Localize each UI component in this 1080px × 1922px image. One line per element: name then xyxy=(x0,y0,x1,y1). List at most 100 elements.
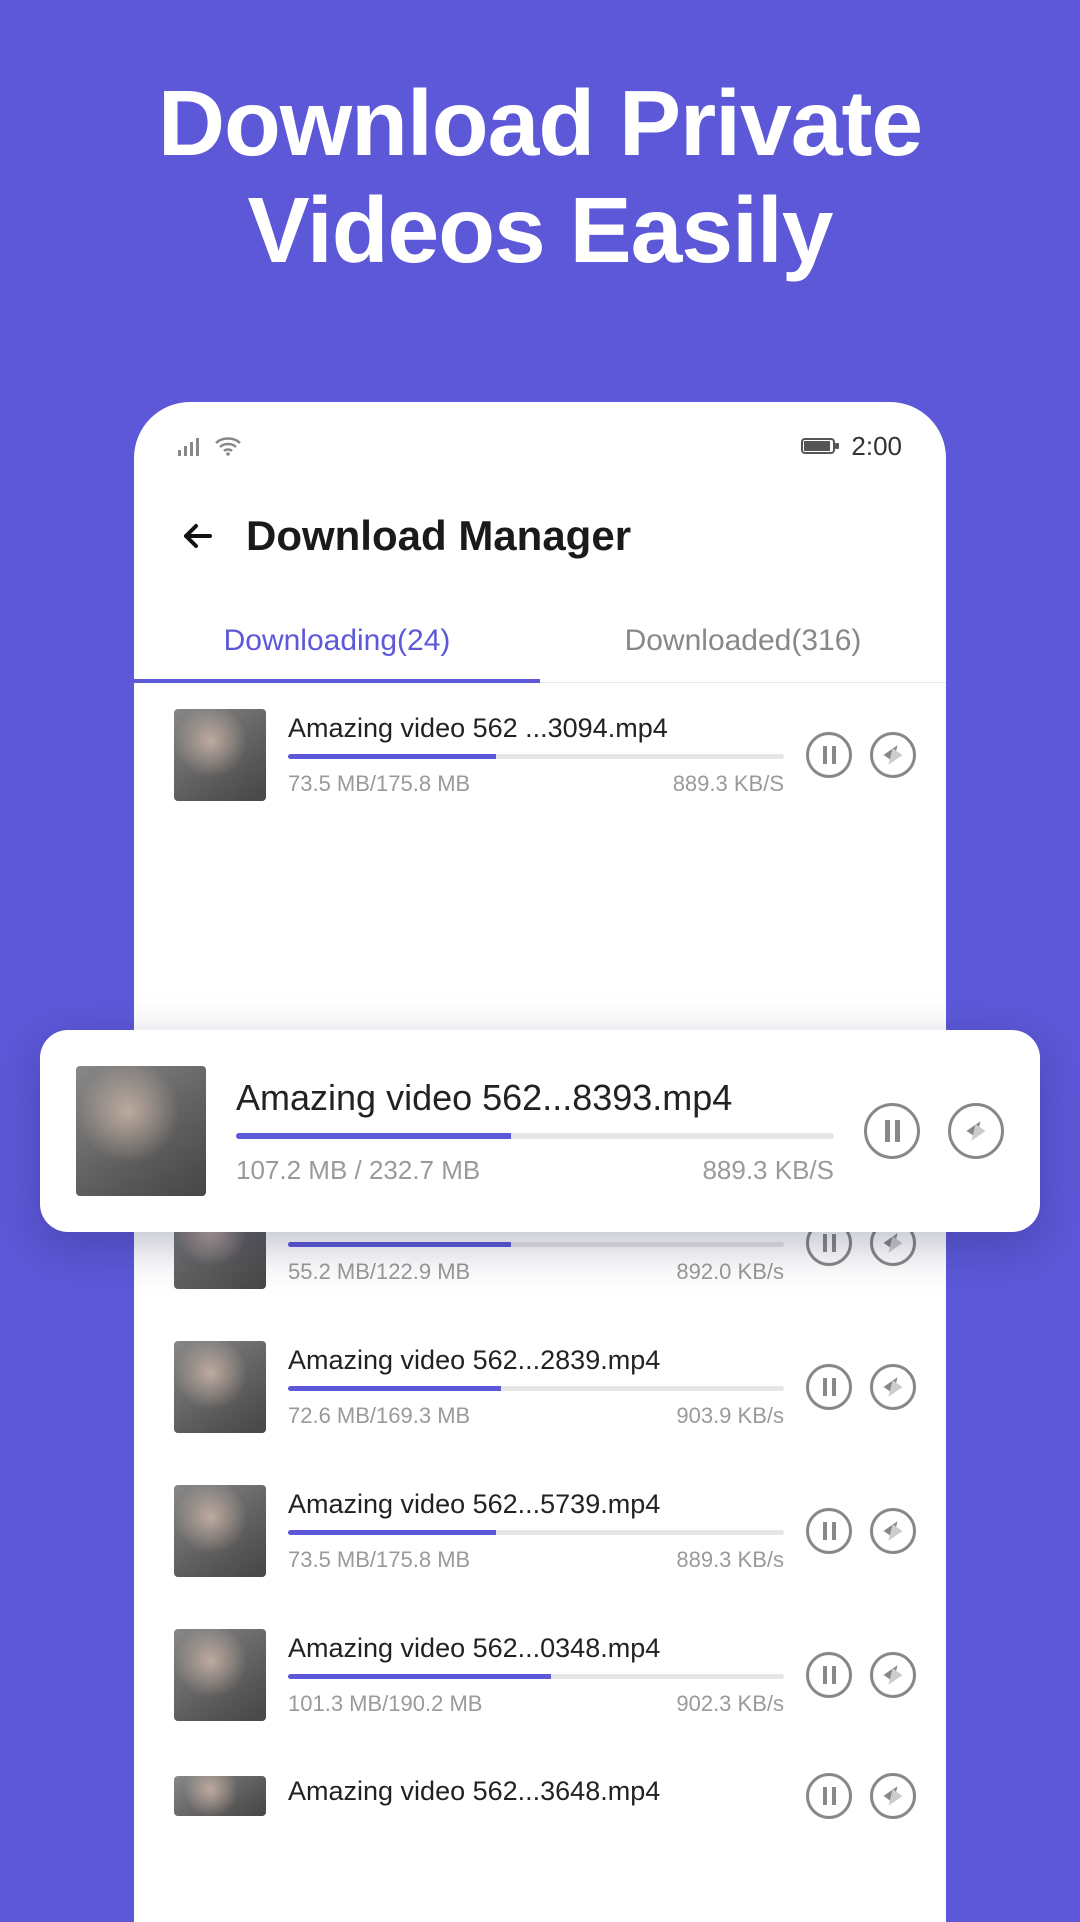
download-info: Amazing video 562...3648.mp4 xyxy=(288,1776,784,1817)
progress-bar xyxy=(288,1674,784,1679)
download-meta: 101.3 MB/190.2 MB 902.3 KB/s xyxy=(288,1691,784,1717)
file-name: Amazing video 562...8393.mp4 xyxy=(236,1077,834,1119)
file-size: 73.5 MB/175.8 MB xyxy=(288,771,470,797)
row-actions xyxy=(864,1103,1004,1159)
download-meta: 73.5 MB/175.8 MB 889.3 KB/S xyxy=(288,771,784,797)
progress-bar xyxy=(288,1530,784,1535)
progress-fill xyxy=(288,1530,496,1535)
download-row[interactable]: Amazing video 562...3648.mp4 xyxy=(134,1747,946,1819)
battery-icon xyxy=(801,436,841,456)
pause-icon xyxy=(885,1120,900,1142)
compass-icon xyxy=(962,1117,990,1145)
browse-button[interactable] xyxy=(870,732,916,778)
pause-icon xyxy=(823,746,836,764)
arrow-left-icon xyxy=(178,516,218,556)
wifi-icon xyxy=(214,436,242,456)
row-actions xyxy=(806,1364,916,1410)
progress-bar xyxy=(288,1242,784,1247)
progress-fill xyxy=(288,1674,551,1679)
page-title: Download Manager xyxy=(246,512,631,560)
progress-fill xyxy=(288,1242,511,1247)
pause-icon xyxy=(823,1378,836,1396)
download-meta: 55.2 MB/122.9 MB 892.0 KB/s xyxy=(288,1259,784,1285)
pause-icon xyxy=(823,1666,836,1684)
hero-line2: Videos Easily xyxy=(0,177,1080,284)
download-meta: 107.2 MB / 232.7 MB 889.3 KB/S xyxy=(236,1155,834,1186)
compass-icon xyxy=(879,1517,907,1545)
file-size: 73.5 MB/175.8 MB xyxy=(288,1547,470,1573)
pause-button[interactable] xyxy=(864,1103,920,1159)
file-size: 107.2 MB / 232.7 MB xyxy=(236,1155,480,1186)
app-header: Download Manager xyxy=(134,472,946,580)
download-speed: 903.9 KB/s xyxy=(676,1403,784,1429)
file-name: Amazing video 562...3648.mp4 xyxy=(288,1776,784,1807)
pause-icon xyxy=(823,1234,836,1252)
pause-button[interactable] xyxy=(806,1508,852,1554)
hero-headline: Download Private Videos Easily xyxy=(0,0,1080,284)
compass-icon xyxy=(879,741,907,769)
compass-icon xyxy=(879,1373,907,1401)
compass-icon xyxy=(879,1782,907,1810)
back-button[interactable] xyxy=(174,512,222,560)
download-meta: 73.5 MB/175.8 MB 889.3 KB/s xyxy=(288,1547,784,1573)
download-row[interactable]: Amazing video 562...5739.mp4 73.5 MB/175… xyxy=(134,1459,946,1603)
file-size: 72.6 MB/169.3 MB xyxy=(288,1403,470,1429)
pause-icon xyxy=(823,1522,836,1540)
tab-downloaded[interactable]: Downloaded(316) xyxy=(540,602,946,682)
row-actions xyxy=(806,1508,916,1554)
hero-line1: Download Private xyxy=(0,70,1080,177)
video-thumbnail xyxy=(174,1776,266,1816)
download-row[interactable]: Amazing video 562 ...3094.mp4 73.5 MB/17… xyxy=(134,683,946,827)
browse-button[interactable] xyxy=(870,1508,916,1554)
file-size: 55.2 MB/122.9 MB xyxy=(288,1259,470,1285)
file-name: Amazing video 562...2839.mp4 xyxy=(288,1345,784,1376)
row-actions xyxy=(806,732,916,778)
row-actions xyxy=(806,1773,916,1819)
tabs: Downloading(24) Downloaded(316) xyxy=(134,602,946,683)
download-list: Amazing video 562 ...3094.mp4 73.5 MB/17… xyxy=(134,683,946,1819)
browse-button[interactable] xyxy=(948,1103,1004,1159)
video-thumbnail xyxy=(174,1341,266,1433)
video-thumbnail xyxy=(174,1629,266,1721)
pause-button[interactable] xyxy=(806,1773,852,1819)
download-info: Amazing video 562 ...3094.mp4 73.5 MB/17… xyxy=(288,713,784,797)
download-info: Amazing video 562...8393.mp4 107.2 MB / … xyxy=(236,1077,834,1186)
pause-icon xyxy=(823,1787,836,1805)
download-speed: 889.3 KB/s xyxy=(676,1547,784,1573)
spacer xyxy=(134,827,946,1027)
download-speed: 889.3 KB/S xyxy=(673,771,784,797)
file-name: Amazing video 562...0348.mp4 xyxy=(288,1633,784,1664)
browse-button[interactable] xyxy=(870,1773,916,1819)
progress-fill xyxy=(236,1133,511,1139)
download-row[interactable]: Amazing video 562...0348.mp4 101.3 MB/19… xyxy=(134,1603,946,1747)
file-size: 101.3 MB/190.2 MB xyxy=(288,1691,482,1717)
compass-icon xyxy=(879,1229,907,1257)
pause-button[interactable] xyxy=(806,1652,852,1698)
video-thumbnail xyxy=(174,1485,266,1577)
video-thumbnail xyxy=(76,1066,206,1196)
download-info: Amazing video 562...5739.mp4 73.5 MB/175… xyxy=(288,1489,784,1573)
progress-fill xyxy=(288,1386,501,1391)
file-name: Amazing video 562 ...3094.mp4 xyxy=(288,713,784,744)
download-row-highlighted[interactable]: Amazing video 562...8393.mp4 107.2 MB / … xyxy=(40,1030,1040,1232)
status-time: 2:00 xyxy=(851,431,902,462)
progress-bar xyxy=(236,1133,834,1139)
download-info: Amazing video 562...0348.mp4 101.3 MB/19… xyxy=(288,1633,784,1717)
download-speed: 902.3 KB/s xyxy=(676,1691,784,1717)
download-meta: 72.6 MB/169.3 MB 903.9 KB/s xyxy=(288,1403,784,1429)
pause-button[interactable] xyxy=(806,1364,852,1410)
pause-button[interactable] xyxy=(806,732,852,778)
file-name: Amazing video 562...5739.mp4 xyxy=(288,1489,784,1520)
browse-button[interactable] xyxy=(870,1652,916,1698)
progress-fill xyxy=(288,754,496,759)
compass-icon xyxy=(879,1661,907,1689)
download-speed: 892.0 KB/s xyxy=(676,1259,784,1285)
tab-downloading[interactable]: Downloading(24) xyxy=(134,602,540,682)
signal-icon xyxy=(178,436,204,456)
video-thumbnail xyxy=(174,709,266,801)
status-bar: 2:00 xyxy=(134,402,946,472)
download-row[interactable]: Amazing video 562...2839.mp4 72.6 MB/169… xyxy=(134,1315,946,1459)
row-actions xyxy=(806,1652,916,1698)
progress-bar xyxy=(288,1386,784,1391)
browse-button[interactable] xyxy=(870,1364,916,1410)
